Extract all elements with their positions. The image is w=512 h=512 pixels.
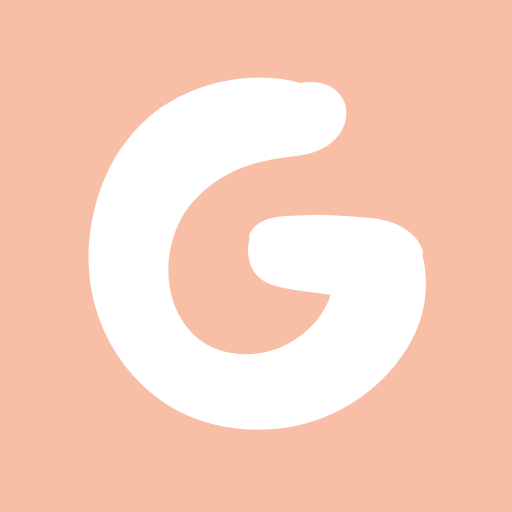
hand-drawn-letter-g-icon (88, 77, 426, 430)
letter-g-logo-shape (88, 77, 426, 430)
app-icon-background (0, 0, 512, 512)
